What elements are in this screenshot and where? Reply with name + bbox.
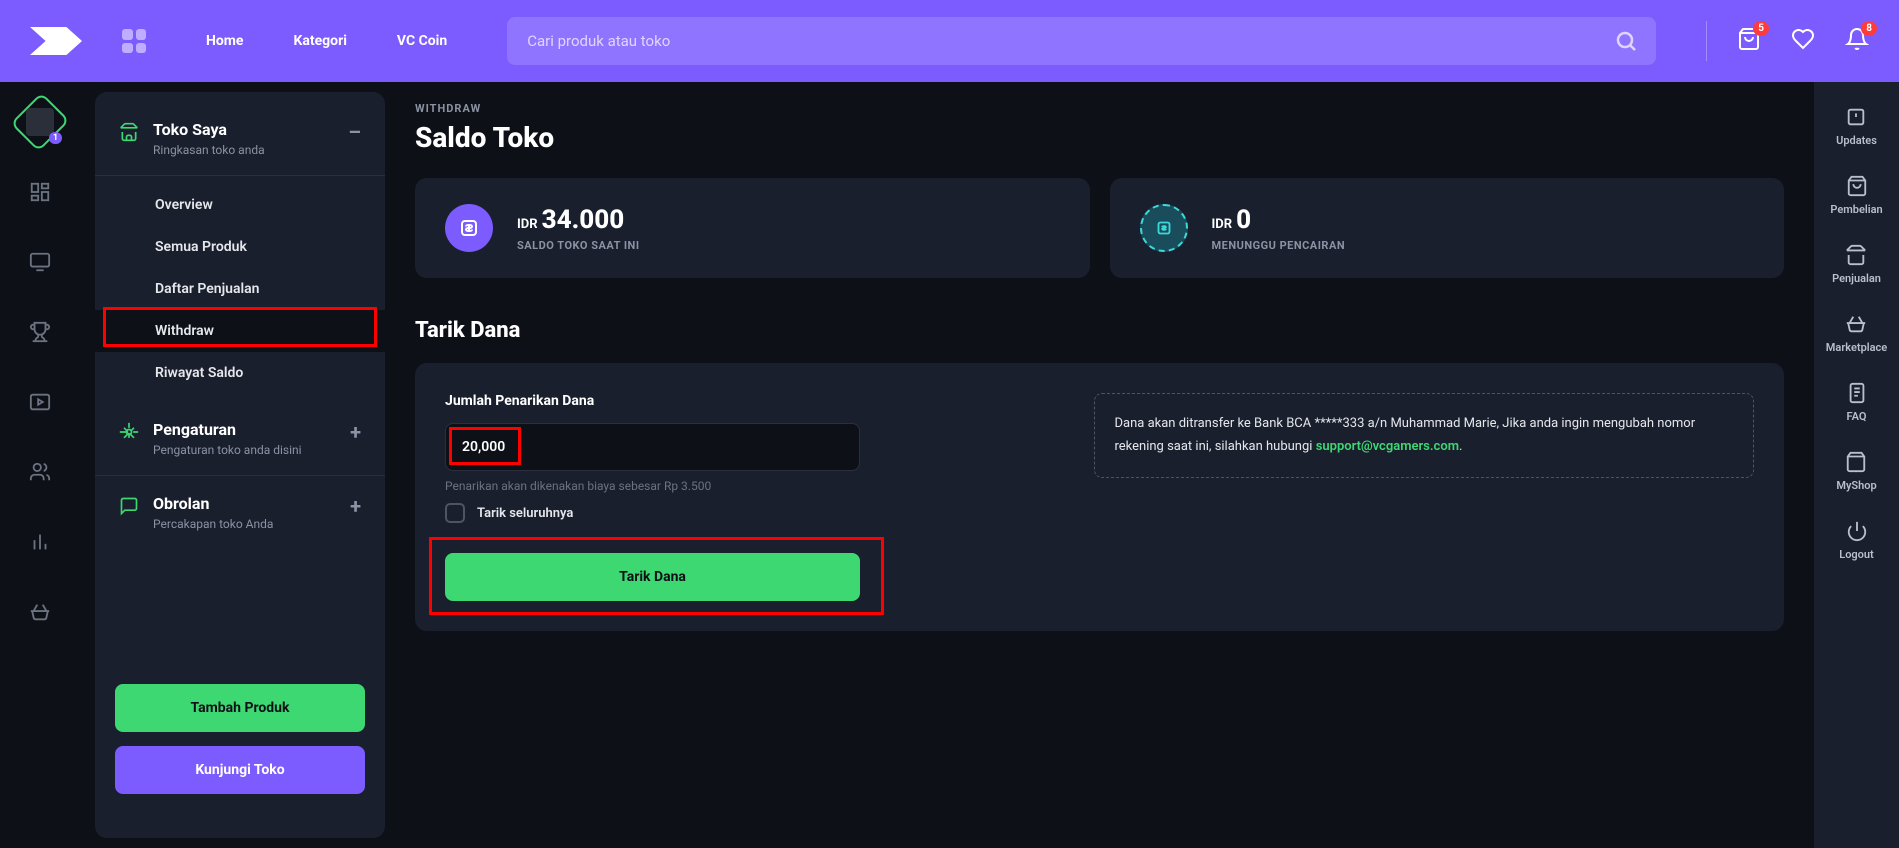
search-bar [507,17,1656,65]
sidebar-section-toko[interactable]: Toko Saya Ringkasan toko anda – [95,102,385,176]
pending-amount: 0 [1236,205,1251,235]
sidebar-item-semua-produk[interactable]: Semua Produk [95,226,385,268]
sidebar-item-withdraw[interactable]: Withdraw [95,310,385,352]
breadcrumb: WITHDRAW [415,102,1784,115]
fee-hint: Penarikan akan dikenakan biaya sebesar R… [445,479,1064,493]
rail-dashboard-icon[interactable] [20,172,60,212]
rail-avatar[interactable]: 1 [20,102,60,142]
right-rail: Updates Pembelian Penjualan Marketplace … [1814,82,1899,848]
pengaturan-subtitle: Pengaturan toko anda disini [153,443,302,457]
store-icon [119,122,139,146]
bell-badge: 8 [1861,21,1877,36]
support-link[interactable]: support@vcgamers.com [1316,439,1459,454]
rail-chart-icon[interactable] [20,522,60,562]
info-period: . [1459,439,1462,454]
logo[interactable] [30,27,82,55]
amount-label: Jumlah Penarikan Dana [445,393,1064,409]
gear-icon [119,422,139,446]
page-title: Saldo Toko [415,121,1784,154]
toko-subtitle: Ringkasan toko anda [153,143,265,157]
rail-faq[interactable]: FAQ [1846,382,1868,423]
balance-cards: IDR34.000 SALDO TOKO SAAT INI IDR0 MENUN… [415,178,1784,278]
rail-basket-icon[interactable] [20,592,60,632]
checkbox[interactable] [445,503,465,523]
left-rail: 1 [0,82,80,848]
balance-label: SALDO TOKO SAAT INI [517,239,640,252]
kunjungi-toko-button[interactable]: Kunjungi Toko [115,746,365,794]
nav-kategori[interactable]: Kategori [293,33,346,49]
rail-users-icon[interactable] [20,452,60,492]
amount-input[interactable] [445,423,860,471]
rail-updates[interactable]: Updates [1836,106,1877,147]
topbar: Home Kategori VC Coin 5 8 [0,0,1899,82]
card-saldo: IDR 34.000 SALDO TOKO SAAT INI [415,178,1090,278]
topbar-right: 5 8 [1706,21,1869,61]
rail-penjualan[interactable]: Penjualan [1832,244,1881,285]
bell-icon[interactable]: 8 [1845,27,1869,55]
heart-icon[interactable] [1791,27,1815,55]
pending-label: MENUNGGU PENCAIRAN [1212,239,1346,252]
rail-myshop[interactable]: MyShop [1836,451,1876,492]
checkbox-label: Tarik seluruhnya [477,506,573,521]
transfer-info: Dana akan ditransfer ke Bank BCA *****33… [1094,393,1755,478]
sidebar-item-riwayat-saldo[interactable]: Riwayat Saldo [95,352,385,394]
divider [1706,21,1707,61]
cart-badge: 5 [1753,21,1769,36]
main-content: WITHDRAW Saldo Toko IDR 34.000 SALDO TOKO… [385,82,1814,848]
chat-icon [119,496,139,520]
obrolan-title: Obrolan [153,494,273,513]
pengaturan-title: Pengaturan [153,420,302,439]
rail-monitor-icon[interactable] [20,242,60,282]
section-title: Tarik Dana [415,318,1784,343]
card-pending: IDR0 MENUNGGU PENCAIRAN [1110,178,1785,278]
search-input[interactable] [507,17,1656,65]
rail-trophy-icon[interactable] [20,312,60,352]
avatar-badge: 1 [49,132,62,144]
sidebar: Toko Saya Ringkasan toko anda – Overview… [95,92,385,838]
toko-title: Toko Saya [153,120,265,139]
currency: IDR [1212,217,1233,232]
rail-marketplace[interactable]: Marketplace [1826,313,1887,354]
tarik-dana-button[interactable]: Tarik Dana [445,553,860,601]
rail-pembelian[interactable]: Pembelian [1830,175,1882,216]
sidebar-items: Overview Semua Produk Daftar Penjualan W… [95,176,385,402]
apps-grid-icon[interactable] [122,29,146,53]
top-nav: Home Kategori VC Coin [206,33,447,49]
currency: IDR [517,217,538,232]
sidebar-item-daftar-penjualan[interactable]: Daftar Penjualan [95,268,385,310]
nav-vccoin[interactable]: VC Coin [397,33,447,49]
pending-icon [1140,204,1188,252]
cart-icon[interactable]: 5 [1737,27,1761,55]
sidebar-section-obrolan[interactable]: Obrolan Percakapan toko Anda + [95,476,385,549]
toggle-icon[interactable]: + [350,420,361,444]
withdraw-form: Jumlah Penarikan Dana Penarikan akan dik… [415,363,1784,631]
toggle-icon[interactable]: + [350,494,361,518]
nav-home[interactable]: Home [206,33,243,49]
checkbox-row[interactable]: Tarik seluruhnya [445,503,1064,523]
rail-video-icon[interactable] [20,382,60,422]
tambah-produk-button[interactable]: Tambah Produk [115,684,365,732]
rail-logout[interactable]: Logout [1839,520,1874,561]
sidebar-buttons: Tambah Produk Kunjungi Toko [95,664,385,828]
money-icon [445,204,493,252]
sidebar-section-pengaturan[interactable]: Pengaturan Pengaturan toko anda disini + [95,402,385,476]
toggle-icon[interactable]: – [348,120,361,144]
balance-amount: 34.000 [542,205,625,235]
search-icon[interactable] [1614,29,1638,57]
sidebar-item-overview[interactable]: Overview [95,184,385,226]
obrolan-subtitle: Percakapan toko Anda [153,517,273,531]
